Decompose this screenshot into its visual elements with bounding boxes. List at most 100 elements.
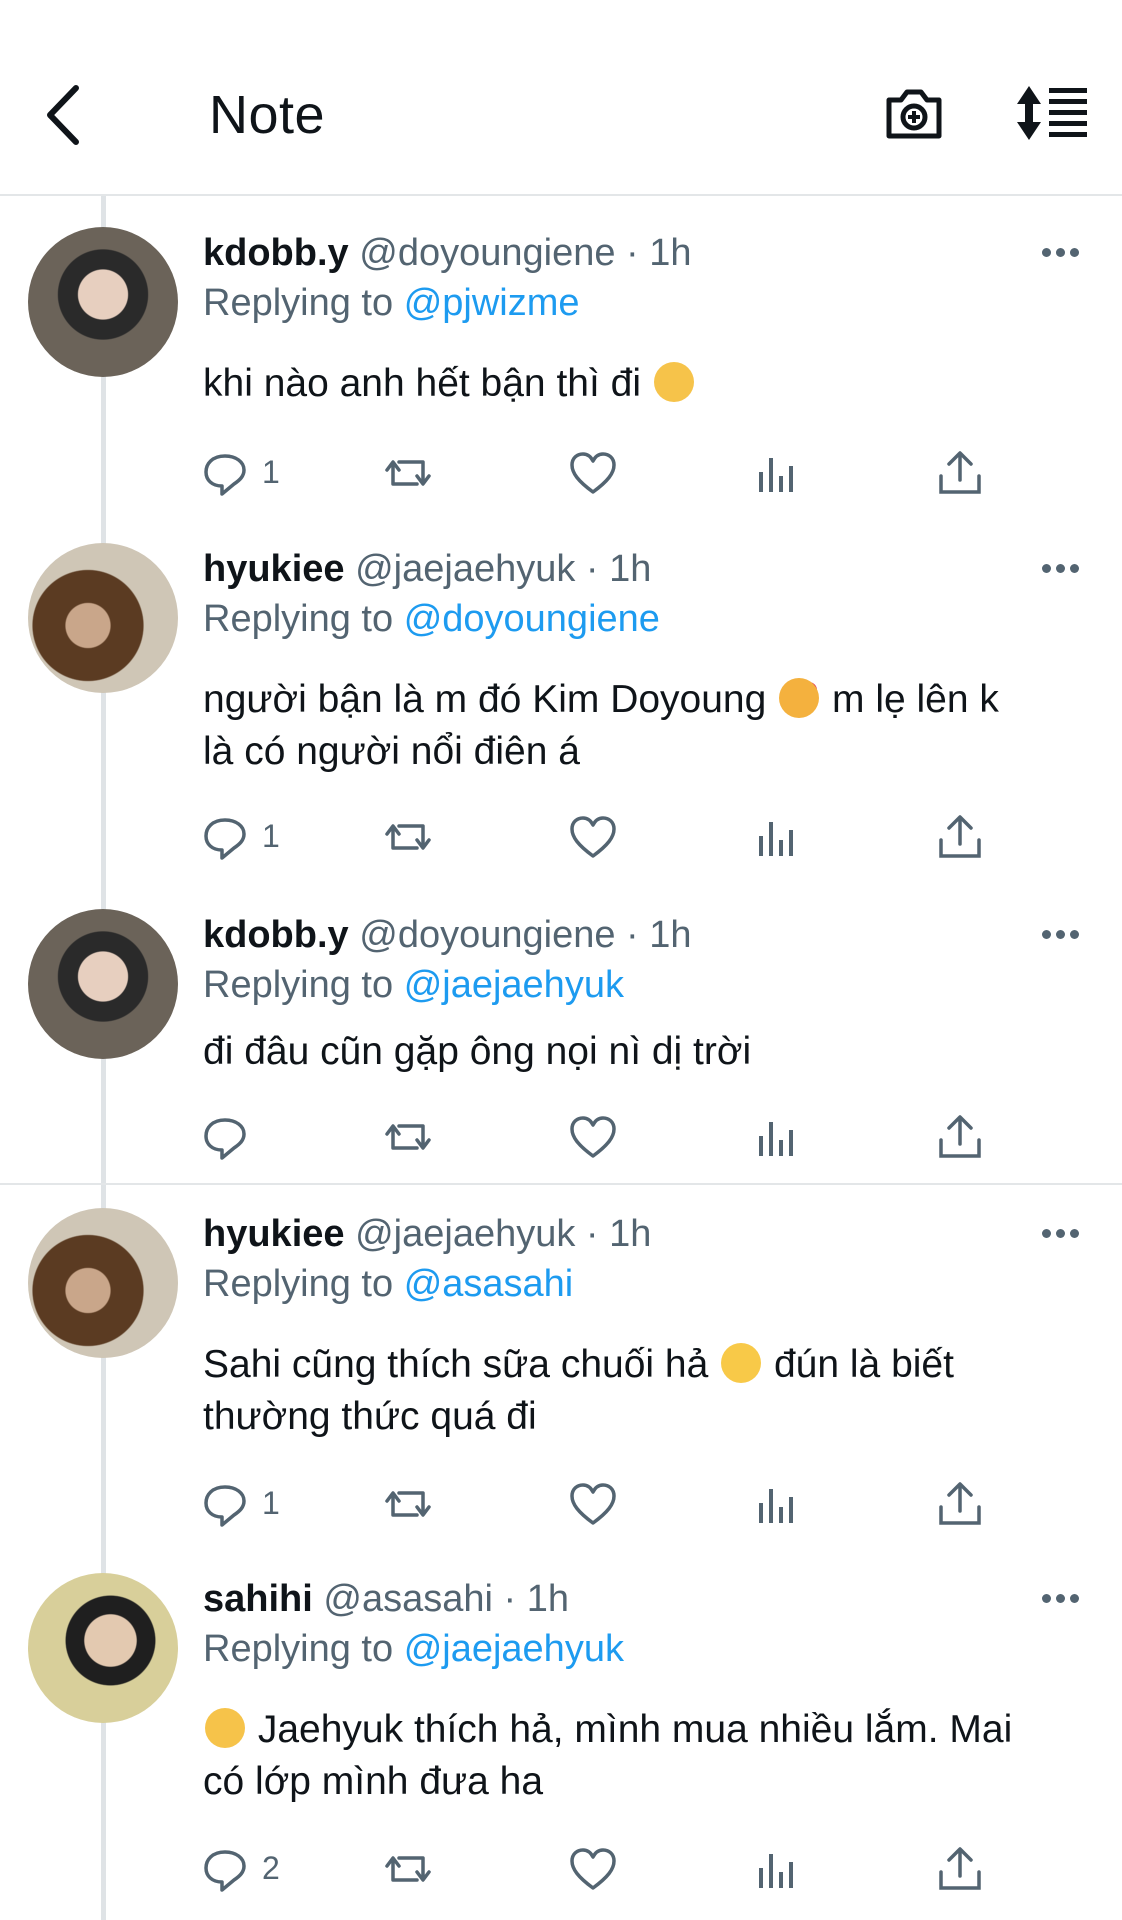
tweet-text: Sahi cũng thích sữa chuối hả đún là biết…	[203, 1343, 954, 1438]
avatar[interactable]	[28, 909, 178, 1059]
mention-link[interactable]: @jaejaehyuk	[404, 1628, 624, 1670]
replying-label: Replying to	[203, 1263, 394, 1305]
retweet-button[interactable]	[383, 1112, 433, 1162]
mention-link[interactable]: @jaejaehyuk	[404, 964, 624, 1006]
like-button[interactable]	[568, 1479, 618, 1529]
reply-count: 2	[262, 1850, 280, 1886]
share-button[interactable]	[935, 1112, 985, 1162]
reply-icon	[200, 454, 250, 502]
reply-icon	[200, 1485, 250, 1533]
reply-icon	[200, 1850, 250, 1898]
smiling-face-emoji	[653, 362, 694, 402]
user-handle: @asasahi	[323, 1578, 493, 1620]
analytics-icon	[751, 1489, 801, 1533]
retweet-button[interactable]	[383, 1844, 433, 1894]
reply-button[interactable]: 1	[200, 1479, 280, 1529]
avatar[interactable]	[28, 543, 178, 693]
view-analytics-button[interactable]	[751, 448, 801, 498]
reply-button[interactable]: 1	[200, 812, 280, 862]
user-handle: @jaejaehyuk	[355, 1213, 576, 1255]
display-name[interactable]: sahihi	[203, 1578, 313, 1620]
more-icon[interactable]	[1042, 248, 1080, 258]
reply-button[interactable]: 1	[200, 448, 280, 498]
tweet-text: người bận là m đó Kim Doyoung m lẹ lên k…	[203, 678, 999, 773]
like-button[interactable]	[568, 448, 618, 498]
retweet-button[interactable]	[383, 812, 433, 862]
analytics-icon	[751, 458, 801, 502]
tweet-text: khi nào anh hết bận thì đi	[203, 358, 1083, 410]
reply-button[interactable]: 2	[200, 1844, 280, 1894]
view-analytics-button[interactable]	[751, 1844, 801, 1894]
retweet-button[interactable]	[383, 448, 433, 498]
conversation-divider	[0, 1183, 1122, 1185]
more-icon[interactable]	[1042, 1229, 1080, 1239]
grinning-face-emoji	[721, 1343, 762, 1383]
share-icon	[935, 815, 985, 866]
smiling-hearts-emoji	[779, 678, 820, 718]
reply-icon	[200, 818, 250, 866]
avatar[interactable]	[28, 1208, 178, 1358]
like-button[interactable]	[568, 812, 618, 862]
reply-count: 1	[262, 454, 280, 490]
reply-count: 1	[262, 1485, 280, 1521]
replying-label: Replying to	[203, 964, 394, 1006]
view-analytics-button[interactable]	[751, 812, 801, 862]
user-handle: @doyoungiene	[359, 914, 616, 956]
like-button[interactable]	[568, 1112, 618, 1162]
page-title: Note	[209, 85, 326, 145]
more-icon[interactable]	[1042, 1594, 1080, 1604]
tweet-text: Jaehyuk thích hả, mình mua nhiều lắm. Ma…	[203, 1708, 1013, 1803]
tweet-text: đi đâu cũn gặp ông nọi nì dị trời	[203, 1030, 752, 1073]
replying-to: Replying to @asasahi	[203, 1263, 573, 1306]
replying-to: Replying to @jaejaehyuk	[203, 964, 624, 1007]
share-button[interactable]	[935, 1479, 985, 1529]
mention-link[interactable]: @asasahi	[404, 1263, 574, 1305]
retweet-icon	[383, 824, 433, 866]
camera-plus-icon[interactable]	[883, 82, 945, 144]
avatar[interactable]	[28, 227, 178, 377]
tweet-time: · 1h	[585, 1213, 652, 1255]
analytics-icon	[751, 1122, 801, 1166]
view-analytics-button[interactable]	[751, 1479, 801, 1529]
display-name[interactable]: hyukiee	[203, 548, 345, 590]
reply-button[interactable]	[200, 1112, 250, 1162]
reply-icon	[200, 1118, 250, 1166]
replying-to: Replying to @pjwizme	[203, 282, 580, 325]
retweet-icon	[383, 1856, 433, 1898]
display-name[interactable]: hyukiee	[203, 1213, 345, 1255]
replying-label: Replying to	[203, 598, 394, 640]
share-button[interactable]	[935, 1844, 985, 1894]
avatar[interactable]	[28, 1573, 178, 1723]
heart-icon	[568, 1483, 618, 1533]
display-name[interactable]: kdobb.y	[203, 914, 349, 956]
like-button[interactable]	[568, 1844, 618, 1894]
user-handle: @jaejaehyuk	[355, 548, 576, 590]
mention-link[interactable]: @doyoungiene	[404, 598, 660, 640]
chevron-left-icon[interactable]	[40, 80, 90, 150]
more-icon[interactable]	[1042, 564, 1080, 574]
tweet-actions: 1	[200, 448, 1000, 498]
sort-icon[interactable]	[1015, 84, 1090, 142]
tweet-time: · 1h	[503, 1578, 569, 1620]
analytics-icon	[751, 1854, 801, 1898]
tweet-time: · 1h	[626, 232, 692, 274]
retweet-button[interactable]	[383, 1479, 433, 1529]
reply-count: 1	[262, 818, 280, 854]
view-analytics-button[interactable]	[751, 1112, 801, 1162]
retweet-icon	[383, 1491, 433, 1533]
heart-icon	[568, 452, 618, 502]
more-icon[interactable]	[1042, 930, 1080, 940]
tweet-actions: 1	[200, 1479, 1000, 1529]
tweet-actions: 2	[200, 1844, 1000, 1894]
mention-link[interactable]: @pjwizme	[404, 282, 580, 324]
share-button[interactable]	[935, 448, 985, 498]
heart-icon	[568, 1116, 618, 1166]
heart-icon	[568, 1848, 618, 1898]
smiling-face-emoji	[205, 1708, 245, 1748]
display-name[interactable]: kdobb.y	[203, 232, 349, 274]
share-icon	[935, 451, 985, 502]
tweet-actions: 1	[200, 812, 1000, 862]
share-icon	[935, 1847, 985, 1898]
share-button[interactable]	[935, 812, 985, 862]
replying-label: Replying to	[203, 282, 394, 324]
